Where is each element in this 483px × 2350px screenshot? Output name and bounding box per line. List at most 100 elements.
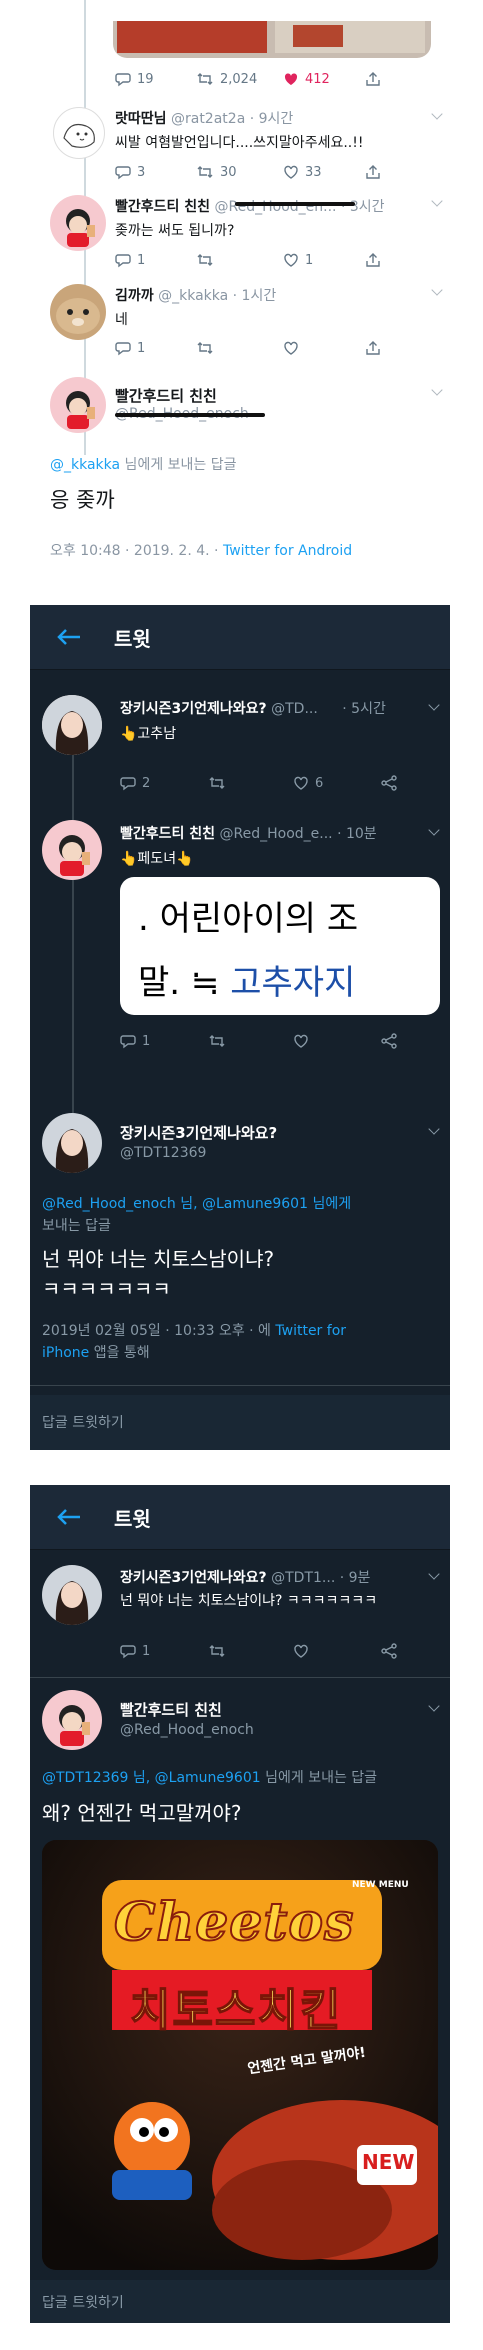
reply-count: 1 — [137, 252, 146, 268]
header-title: 트윗 — [114, 627, 151, 651]
chevron-down-icon[interactable] — [428, 824, 440, 836]
handle[interactable]: @Red_Hood_e... — [220, 826, 333, 842]
retweet-button[interactable] — [208, 1033, 226, 1049]
retweet-button[interactable] — [208, 1643, 226, 1659]
share-button[interactable] — [365, 164, 381, 180]
like-button[interactable]: 6 — [293, 775, 323, 791]
dark-header: 트윗 — [30, 605, 450, 670]
timestamp: · 9분 — [339, 1570, 371, 1586]
main-display-name[interactable]: 빨간후드티 친친 — [115, 385, 217, 406]
reply-to-links[interactable]: @TDT12369 님, @Lamune9601 — [42, 1770, 261, 1786]
back-arrow-icon[interactable] — [56, 1508, 82, 1526]
main-handle[interactable]: @TDT12369 — [120, 1145, 206, 1161]
source-link[interactable]: Twitter for — [275, 1323, 346, 1339]
chevron-down-icon[interactable] — [431, 284, 443, 296]
tweet-image-cheetos[interactable]: NEW MENU Cheetos 치토스치킨 언젠간 먹고 말꺼야! NEW — [42, 1840, 438, 2270]
reply-context-line-1[interactable]: @Red_Hood_enoch 님, @Lamune9601 님에게 — [42, 1193, 351, 1213]
share-button[interactable] — [365, 252, 381, 268]
timestamp: · 10분 — [337, 826, 377, 842]
reply-prompt[interactable]: 답글 트윗하기 — [42, 2292, 124, 2312]
reply-button[interactable]: 1 — [115, 252, 145, 268]
like-button[interactable]: 33 — [283, 164, 322, 180]
share-icon — [366, 72, 380, 86]
retweet-button[interactable] — [208, 775, 226, 791]
timestamp: · 1시간 — [232, 288, 277, 304]
top-reply-button[interactable]: 19 — [115, 71, 154, 87]
reply-button[interactable]: 3 — [115, 164, 145, 180]
handle[interactable]: @rat2at2a — [171, 111, 245, 127]
like-button[interactable] — [283, 340, 299, 356]
like-button[interactable] — [293, 1643, 309, 1659]
like-count: 6 — [315, 775, 324, 791]
like-count: 412 — [305, 71, 330, 87]
avatar-red-hood-main[interactable] — [42, 1690, 102, 1750]
chevron-down-icon[interactable] — [431, 384, 443, 396]
share-button[interactable] — [380, 775, 398, 791]
avatar-red-hood[interactable] — [42, 820, 102, 880]
chevron-down-icon[interactable] — [431, 108, 443, 120]
retweet-button[interactable]: 30 — [196, 164, 237, 180]
chevron-down-icon[interactable] — [431, 195, 443, 207]
retweet-count: 30 — [220, 164, 237, 180]
retweet-button[interactable] — [196, 252, 214, 268]
image-new-menu: NEW MENU — [352, 1880, 409, 1890]
reply-button[interactable]: 1 — [120, 1643, 150, 1659]
like-button[interactable] — [293, 1033, 309, 1049]
back-arrow-icon[interactable] — [56, 628, 82, 646]
tweet-text: 넌 뭐야 너는 치토스남이냐? ㅋㅋㅋㅋㅋㅋㅋ — [120, 1593, 378, 1609]
heart-filled-icon — [284, 73, 298, 85]
reply-prompt-bar[interactable]: 답글 트윗하기 — [30, 2280, 450, 2323]
avatar-jangki[interactable] — [42, 695, 102, 755]
top-image-crop — [113, 21, 431, 58]
top-share-button[interactable] — [365, 71, 381, 87]
tweet-image-text-crop[interactable]: . 어린아이의 조 말. ≒ 고추자지 — [120, 877, 440, 1015]
main-display-name[interactable]: 장키시즌3기언제나와요? — [120, 1122, 277, 1143]
top-retweet-button[interactable]: 2,024 — [196, 71, 257, 87]
display-name[interactable]: 빨간후드티 친친 — [120, 826, 215, 842]
retweet-count: 2,024 — [220, 71, 258, 87]
handle[interactable]: @TD... — [271, 701, 318, 717]
avatar-jangki[interactable] — [42, 1565, 102, 1625]
avatar-jangki-main[interactable] — [42, 1113, 102, 1173]
retweet-icon — [209, 1645, 225, 1657]
reply-prompt-bar[interactable]: 답글 트윗하기 — [30, 1395, 450, 1450]
display-name[interactable]: 김까까 — [115, 288, 154, 304]
avatar-rat2at2a[interactable] — [53, 107, 105, 159]
source-suffix: 앱을 통해 — [89, 1345, 150, 1361]
reply-context: @TDT12369 님, @Lamune9601 님에게 보내는 답글 — [42, 1767, 377, 1787]
retweet-button[interactable] — [196, 340, 214, 356]
reply-button[interactable]: 2 — [120, 775, 150, 791]
avatar-red-hood[interactable] — [50, 195, 106, 251]
image-line-1: . 어린아이의 조 — [138, 899, 359, 939]
share-button[interactable] — [380, 1033, 398, 1049]
reply-button[interactable]: 1 — [120, 1033, 150, 1049]
chevron-down-icon[interactable] — [428, 1123, 440, 1135]
reply-count: 1 — [137, 340, 146, 356]
reply-button[interactable]: 1 — [115, 340, 145, 356]
avatar-red-hood-main[interactable] — [50, 377, 106, 433]
chevron-down-icon[interactable] — [428, 1568, 440, 1580]
chevron-down-icon[interactable] — [428, 699, 440, 711]
avatar-kkakka[interactable] — [50, 284, 106, 340]
retweet-icon — [209, 1035, 225, 1047]
handle[interactable]: @TDT1... — [271, 1570, 335, 1586]
display-name[interactable]: 랏따딴님 — [115, 111, 167, 127]
main-display-name[interactable]: 빨간후드티 친친 — [120, 1699, 222, 1720]
top-like-button[interactable]: 412 — [283, 71, 330, 87]
display-name[interactable]: 장키시즌3기언제나와요? — [120, 701, 267, 717]
reply-to-link[interactable]: @_kkakka — [50, 457, 120, 473]
tweet-text: 좆까는 써도 됩니까? — [115, 223, 235, 239]
share-button[interactable] — [365, 340, 381, 356]
share-button[interactable] — [380, 1643, 398, 1659]
source-link[interactable]: Twitter for Android — [223, 543, 352, 559]
tweet-text: 👆고추남 — [120, 726, 177, 742]
reply-prompt[interactable]: 답글 트윗하기 — [42, 1412, 124, 1432]
main-timestamp: 오후 10:48 · 2019. 2. 4. · Twitter for And… — [50, 540, 352, 560]
source-link-2[interactable]: iPhone — [42, 1345, 89, 1361]
chevron-down-icon[interactable] — [428, 1700, 440, 1712]
like-button[interactable]: 1 — [283, 252, 313, 268]
handle[interactable]: @_kkakka — [158, 288, 228, 304]
display-name[interactable]: 장키시즌3기언제나와요? — [120, 1570, 267, 1586]
display-name[interactable]: 빨간후드티 친친 — [115, 199, 210, 215]
main-handle[interactable]: @Red_Hood_enoch — [120, 1722, 254, 1738]
